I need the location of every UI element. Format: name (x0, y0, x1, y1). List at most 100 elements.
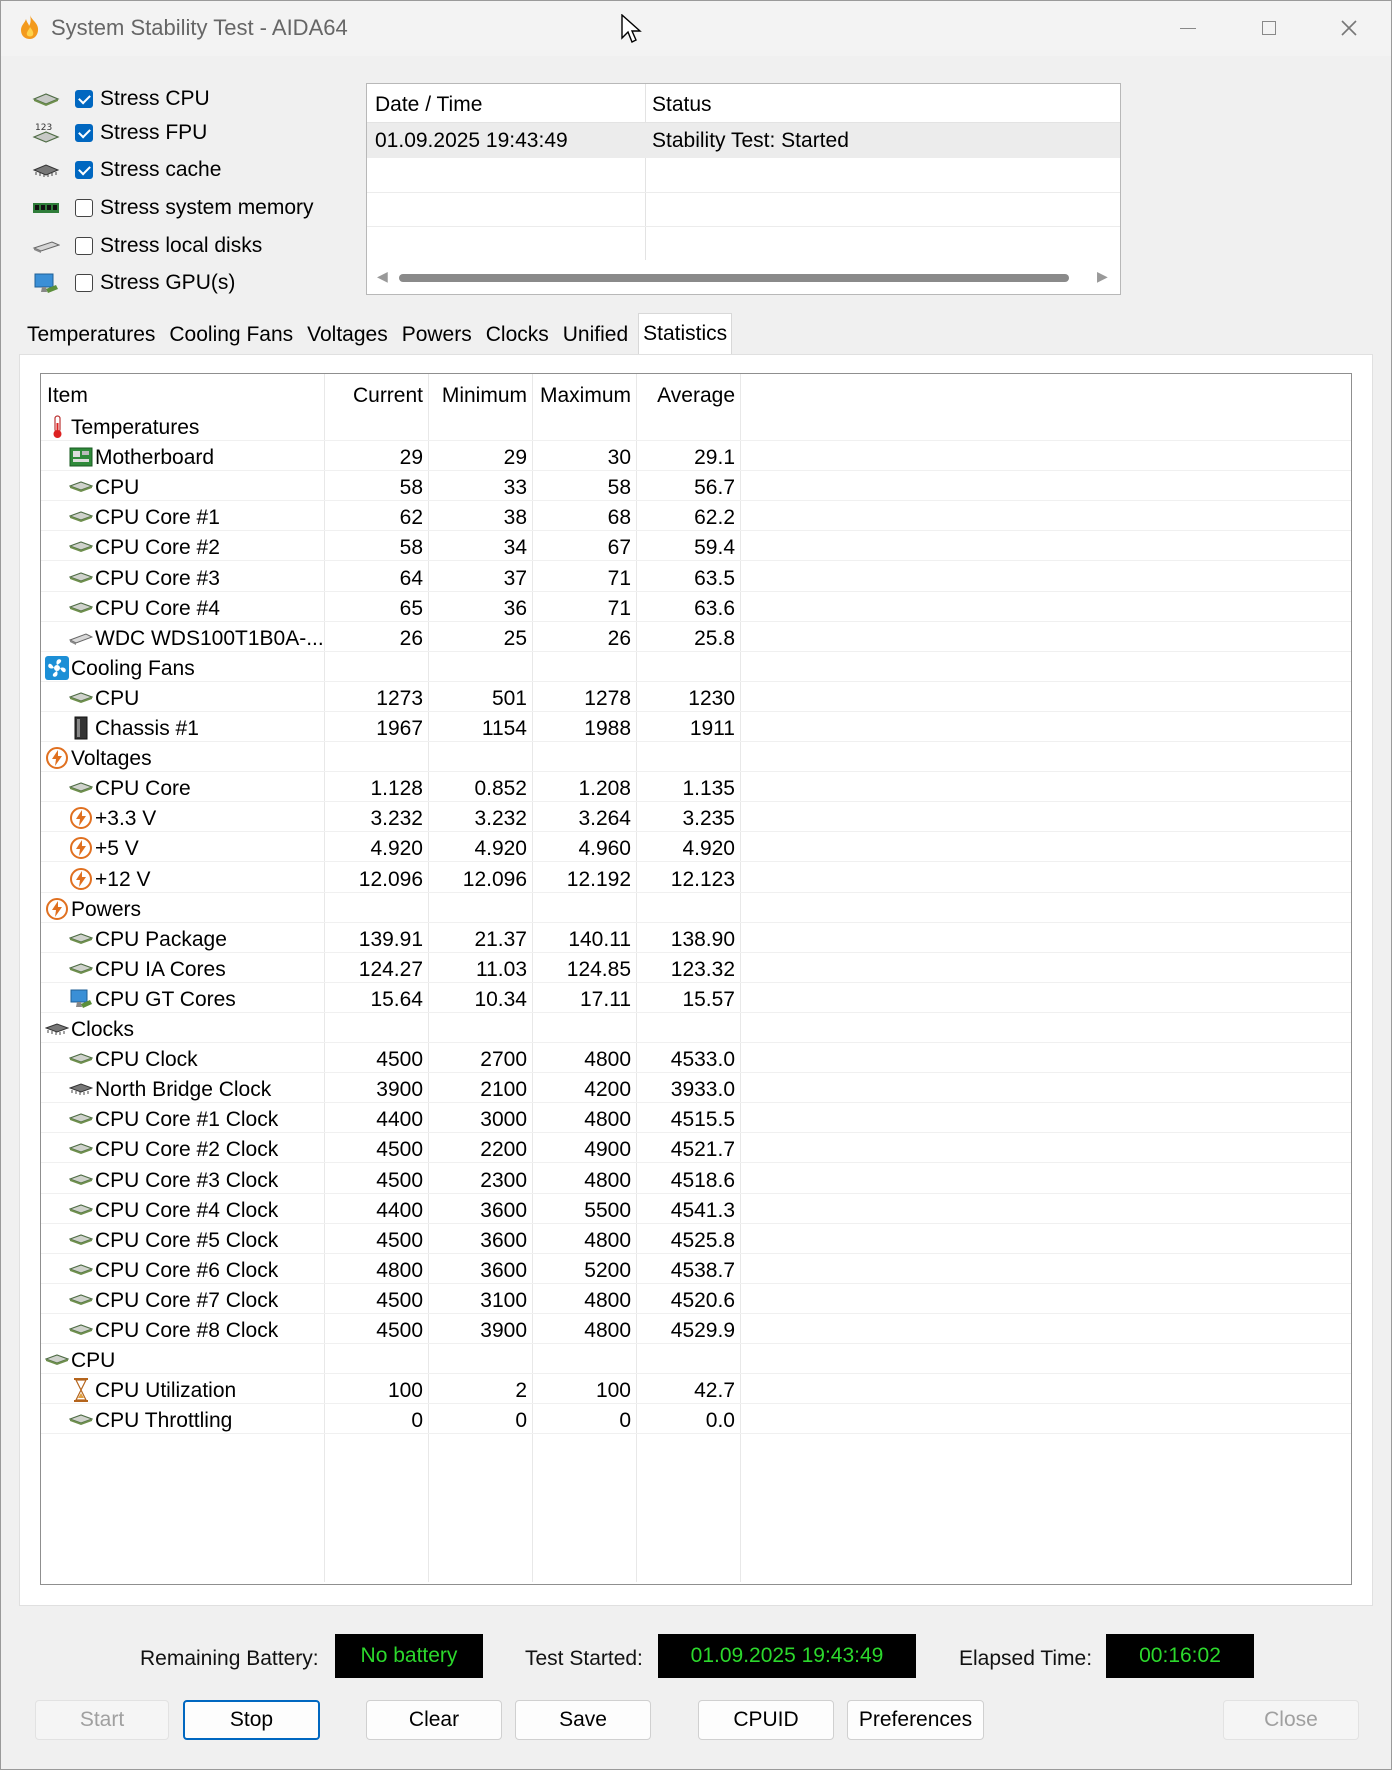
row-current-value: 12.096 (358, 867, 423, 891)
log-column-status[interactable]: Status (652, 93, 712, 117)
statistics-row[interactable]: +12 V 12.096 12.096 12.192 12.123 (41, 862, 1351, 893)
tab-temperatures[interactable]: Temperatures (23, 317, 159, 355)
statistics-row[interactable]: CPU Core #8 Clock 4500 3900 4800 4529.9 (41, 1313, 1351, 1344)
statistics-row[interactable]: CPU Package 139.91 21.37 140.11 138.90 (41, 922, 1351, 953)
statistics-group-row[interactable]: Temperatures (41, 410, 1351, 441)
tab-voltages[interactable]: Voltages (303, 317, 392, 355)
stress-memory-checkbox[interactable] (75, 199, 93, 217)
statistics-row[interactable]: CPU Throttling 0 0 0 0.0 (41, 1403, 1351, 1435)
row-minimum-value: 12.096 (462, 867, 527, 891)
stress-fpu-checkbox[interactable] (75, 124, 93, 142)
column-item[interactable]: Item (47, 384, 88, 408)
stress-disks-option[interactable]: Stress local disks (31, 229, 262, 263)
row-current-value: 100 (387, 1379, 423, 1403)
tab-clocks[interactable]: Clocks (482, 317, 553, 355)
row-average-value: 4521.7 (670, 1138, 735, 1162)
stress-cpu-option[interactable]: Stress CPU (31, 82, 210, 116)
row-minimum-value: 1154 (481, 717, 527, 740)
log-horizontal-scrollbar[interactable]: ◀ ▶ (367, 262, 1120, 292)
statistics-row[interactable]: WDC WDS100T1B0A-... 26 25 26 25.8 (41, 621, 1351, 652)
statistics-row[interactable]: Motherboard 29 29 30 29.1 (41, 440, 1351, 472)
log-row[interactable]: 01.09.2025 19:43:49 Stability Test: Star… (367, 123, 1120, 158)
statistics-row[interactable]: Chassis #1 1967 1154 1988 1911 (41, 711, 1351, 742)
row-item-label: +12 V (95, 867, 151, 891)
stress-disks-checkbox[interactable] (75, 237, 93, 255)
statistics-row[interactable]: CPU GT Cores 15.64 10.34 17.11 15.57 (41, 982, 1351, 1013)
row-minimum-value: 3600 (480, 1258, 527, 1282)
close-button[interactable]: Close (1223, 1700, 1359, 1740)
statistics-row[interactable]: +5 V 4.920 4.920 4.960 4.920 (41, 831, 1351, 863)
minimize-button[interactable] (1158, 9, 1218, 47)
statistics-row[interactable]: CPU Core #4 Clock 4400 3600 5500 4541.3 (41, 1193, 1351, 1224)
column-maximum[interactable]: Maximum (531, 384, 631, 408)
scroll-right-icon[interactable]: ▶ (1097, 268, 1108, 285)
cpuid-button[interactable]: CPUID (698, 1700, 834, 1740)
row-current-value: 1.128 (370, 777, 423, 801)
tab-unified[interactable]: Unified (559, 317, 632, 355)
statistics-row[interactable]: CPU Utilization 100 2 100 42.7 (41, 1373, 1351, 1405)
fpu-123-icon: 123 (31, 121, 61, 145)
statistics-row[interactable]: CPU Core #3 Clock 4500 2300 4800 4518.6 (41, 1163, 1351, 1194)
statistics-row[interactable]: CPU Core #4 65 36 71 63.6 (41, 591, 1351, 622)
stress-gpu-option[interactable]: Stress GPU(s) (31, 266, 235, 300)
status-log-list[interactable]: Date / Time Status 01.09.2025 19:43:49 S… (366, 83, 1121, 295)
column-minimum[interactable]: Minimum (427, 384, 527, 408)
scroll-left-icon[interactable]: ◀ (377, 268, 388, 285)
title-bar[interactable]: System Stability Test - AIDA64 (1, 1, 1391, 56)
statistics-row[interactable]: CPU IA Cores 124.27 11.03 124.85 123.32 (41, 952, 1351, 983)
stress-gpu-checkbox[interactable] (75, 274, 93, 292)
cpu-chip-icon (69, 1169, 93, 1191)
stress-memory-option[interactable]: Stress system memory (31, 191, 314, 225)
row-maximum-value: 67 (607, 536, 631, 560)
log-column-datetime[interactable]: Date / Time (375, 93, 482, 117)
statistics-row[interactable]: +3.3 V 3.232 3.232 3.264 3.235 (41, 801, 1351, 833)
statistics-row[interactable]: CPU Core #2 58 34 67 59.4 (41, 530, 1351, 562)
statistics-row[interactable]: CPU 58 33 58 56.7 (41, 470, 1351, 502)
column-current[interactable]: Current (323, 384, 423, 408)
row-minimum-value: 34 (503, 536, 527, 560)
statistics-group-row[interactable]: CPU (41, 1343, 1351, 1375)
row-current-value: 58 (399, 536, 423, 560)
stress-cache-checkbox[interactable] (75, 161, 93, 179)
statistics-row[interactable]: CPU Core #5 Clock 4500 3600 4800 4525.8 (41, 1223, 1351, 1254)
stress-cache-option[interactable]: Stress cache (31, 153, 221, 187)
column-average[interactable]: Average (635, 384, 735, 408)
statistics-group-row[interactable]: Clocks (41, 1012, 1351, 1043)
statistics-row[interactable]: CPU Core #3 64 37 71 63.5 (41, 561, 1351, 592)
statistics-group-row[interactable]: Powers (41, 892, 1351, 923)
cpu-chip-icon (69, 567, 93, 589)
row-average-value: 4538.7 (670, 1258, 735, 1282)
tab-statistics[interactable]: Statistics (638, 313, 733, 358)
maximize-button[interactable] (1239, 9, 1299, 47)
statistics-row[interactable]: North Bridge Clock 3900 2100 4200 3933.0 (41, 1072, 1351, 1104)
close-window-button[interactable] (1319, 9, 1379, 47)
statistics-row[interactable]: CPU Core 1.128 0.852 1.208 1.135 (41, 771, 1351, 803)
statistics-row[interactable]: CPU Core #1 Clock 4400 3000 4800 4515.5 (41, 1102, 1351, 1134)
statistics-row[interactable]: CPU Core #1 62 38 68 62.2 (41, 500, 1351, 532)
statistics-row[interactable]: CPU 1273 501 1278 1230 (41, 681, 1351, 712)
statistics-group-row[interactable]: Cooling Fans (41, 651, 1351, 682)
row-item-label: CPU Core #4 Clock (95, 1198, 279, 1222)
row-average-value: 42.7 (694, 1379, 735, 1403)
stress-fpu-option[interactable]: 123 Stress FPU (31, 116, 207, 150)
statistics-row[interactable]: CPU Core #6 Clock 4800 3600 5200 4538.7 (41, 1253, 1351, 1284)
statistics-row[interactable]: CPU Core #2 Clock 4500 2200 4900 4521.7 (41, 1132, 1351, 1164)
scrollbar-thumb[interactable] (399, 274, 1069, 282)
tab-cooling-fans[interactable]: Cooling Fans (165, 317, 297, 355)
start-button[interactable]: Start (35, 1700, 169, 1740)
cpu-chip-icon (69, 687, 93, 709)
statistics-list[interactable]: Item Current Minimum Maximum Average Tem… (40, 373, 1352, 1585)
gpu-monitor-icon (69, 988, 93, 1010)
statistics-row[interactable]: CPU Core #7 Clock 4500 3100 4800 4520.6 (41, 1283, 1351, 1314)
preferences-button[interactable]: Preferences (847, 1700, 984, 1740)
statistics-group-row[interactable]: Voltages (41, 741, 1351, 773)
statistics-row[interactable]: CPU Clock 4500 2700 4800 4533.0 (41, 1042, 1351, 1074)
tab-powers[interactable]: Powers (398, 317, 476, 355)
row-minimum-value: 0.852 (474, 777, 527, 801)
stress-cpu-checkbox[interactable] (75, 90, 93, 108)
log-datetime: 01.09.2025 19:43:49 (375, 129, 568, 152)
stop-button[interactable]: Stop (183, 1700, 320, 1740)
save-button[interactable]: Save (515, 1700, 651, 1740)
clear-button[interactable]: Clear (366, 1700, 502, 1740)
row-minimum-value: 2100 (480, 1078, 527, 1102)
